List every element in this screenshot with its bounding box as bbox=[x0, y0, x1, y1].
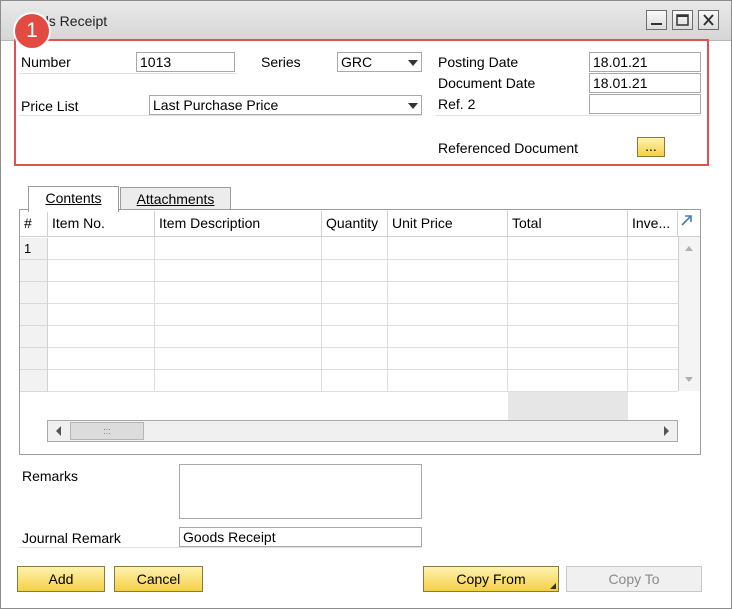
document-date-label: Document Date bbox=[438, 75, 536, 91]
price-list-value: Last Purchase Price bbox=[153, 97, 279, 113]
referenced-document-label: Referenced Document bbox=[438, 140, 579, 156]
tab-contents-label: Contents bbox=[45, 190, 102, 206]
ref2-field[interactable] bbox=[589, 94, 701, 114]
separator bbox=[19, 547, 422, 548]
posting-date-field[interactable]: 18.01.21 bbox=[589, 52, 701, 72]
row-number bbox=[20, 260, 48, 282]
scroll-right-icon[interactable] bbox=[659, 422, 673, 440]
table-row[interactable] bbox=[48, 369, 678, 370]
row-number: 1 bbox=[20, 238, 48, 260]
maximize-icon bbox=[676, 14, 689, 26]
series-select[interactable]: GRC bbox=[337, 52, 422, 72]
remarks-field[interactable] bbox=[179, 464, 422, 519]
tab-contents[interactable]: Contents bbox=[28, 186, 119, 212]
copy-from-button[interactable]: Copy From bbox=[423, 566, 559, 592]
column-header-total[interactable]: Total bbox=[508, 211, 628, 237]
maximize-button[interactable] bbox=[672, 10, 693, 30]
referenced-document-button[interactable]: ... bbox=[637, 137, 665, 157]
minimize-button[interactable] bbox=[646, 10, 667, 30]
posting-date-label: Posting Date bbox=[438, 54, 519, 70]
expand-grid-button[interactable] bbox=[678, 211, 700, 237]
goods-receipt-window: ds Receipt 1 Number 1013 Series GRC Pric… bbox=[0, 0, 732, 609]
chevron-down-icon bbox=[408, 103, 418, 109]
row-number bbox=[20, 348, 48, 370]
dropdown-corner-icon bbox=[550, 583, 556, 589]
tab-attachments[interactable]: Attachments bbox=[120, 187, 231, 211]
row-number bbox=[20, 326, 48, 348]
column-header-item-no[interactable]: Item No. bbox=[48, 211, 155, 237]
close-icon bbox=[703, 14, 714, 26]
separator bbox=[19, 115, 422, 116]
total-sum-cell bbox=[508, 392, 628, 420]
copy-from-label: Copy From bbox=[456, 571, 526, 587]
scroll-left-icon[interactable] bbox=[52, 422, 66, 440]
column-header-unit-price[interactable]: Unit Price bbox=[388, 211, 508, 237]
table-row[interactable] bbox=[48, 281, 678, 282]
table-row[interactable] bbox=[48, 303, 678, 304]
window-title: ds Receipt bbox=[41, 13, 108, 29]
cancel-button[interactable]: Cancel bbox=[114, 566, 203, 592]
step-badge: 1 bbox=[15, 14, 49, 48]
grid-divider bbox=[154, 237, 155, 391]
scroll-thumb[interactable]: ::: bbox=[70, 422, 144, 440]
title-bar: ds Receipt bbox=[1, 1, 731, 41]
row-number bbox=[20, 304, 48, 326]
chevron-down-icon bbox=[408, 60, 418, 66]
ref2-label: Ref. 2 bbox=[438, 96, 476, 112]
series-label: Series bbox=[261, 54, 301, 70]
document-date-field[interactable]: 18.01.21 bbox=[589, 73, 701, 93]
vertical-scrollbar[interactable] bbox=[678, 237, 700, 391]
grid-divider bbox=[321, 237, 322, 391]
row-number bbox=[20, 370, 48, 392]
table-row[interactable] bbox=[48, 325, 678, 326]
scroll-down-icon[interactable] bbox=[679, 373, 699, 387]
horizontal-scrollbar[interactable]: ::: bbox=[47, 420, 678, 442]
close-button[interactable] bbox=[698, 10, 719, 30]
column-header-rownum[interactable]: # bbox=[20, 211, 48, 237]
grid-divider bbox=[387, 237, 388, 391]
separator bbox=[436, 115, 701, 116]
row-number bbox=[20, 282, 48, 304]
scroll-up-icon[interactable] bbox=[679, 241, 699, 255]
grid-divider bbox=[507, 237, 508, 391]
price-list-label: Price List bbox=[21, 98, 79, 114]
journal-remark-field[interactable]: Goods Receipt bbox=[179, 527, 422, 547]
grid-divider bbox=[627, 237, 628, 391]
number-field[interactable]: 1013 bbox=[136, 52, 235, 72]
remarks-label: Remarks bbox=[22, 468, 79, 484]
price-list-select[interactable]: Last Purchase Price bbox=[149, 95, 422, 115]
tab-attachments-label: Attachments bbox=[136, 191, 215, 207]
column-header-quantity[interactable]: Quantity bbox=[322, 211, 388, 237]
expand-icon bbox=[681, 215, 692, 226]
minimize-icon bbox=[651, 23, 662, 25]
column-header-inventory[interactable]: Inve... bbox=[628, 211, 678, 237]
separator bbox=[19, 73, 237, 74]
column-header-item-description[interactable]: Item Description bbox=[155, 211, 322, 237]
add-button[interactable]: Add bbox=[17, 566, 105, 592]
copy-to-button[interactable]: Copy To bbox=[566, 566, 702, 592]
number-label: Number bbox=[21, 54, 71, 70]
table-row[interactable] bbox=[48, 259, 678, 260]
journal-remark-label: Journal Remark bbox=[22, 530, 121, 546]
table-row[interactable] bbox=[48, 347, 678, 348]
series-value: GRC bbox=[341, 54, 373, 70]
